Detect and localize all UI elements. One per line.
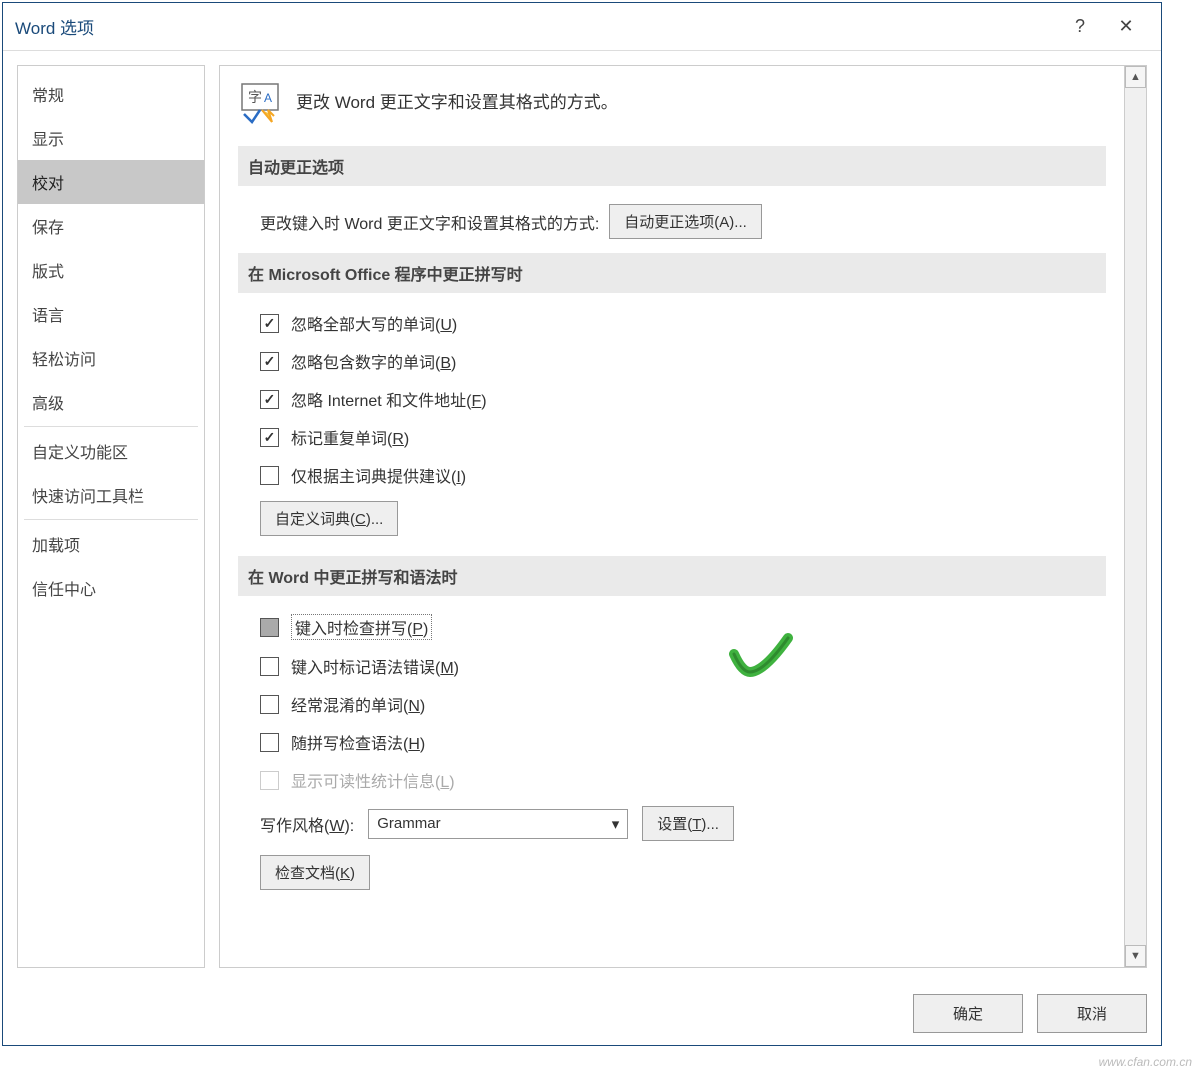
ok-button[interactable]: 确定 xyxy=(913,994,1023,1033)
sidebar-item-trust-center[interactable]: 信任中心 xyxy=(18,566,204,610)
options-dialog: Word 选项 ? ✕ 常规 显示 校对 保存 版式 语言 轻松访问 高级 自定… xyxy=(2,2,1162,1046)
titlebar: Word 选项 ? ✕ xyxy=(3,3,1161,51)
sidebar-item-save[interactable]: 保存 xyxy=(18,204,204,248)
help-button[interactable]: ? xyxy=(1057,11,1103,43)
cancel-button[interactable]: 取消 xyxy=(1037,994,1147,1033)
proofing-icon: 字 A xyxy=(238,80,282,124)
scrollbar[interactable]: ▲ ▼ xyxy=(1124,66,1146,967)
cb-mark-grammar[interactable] xyxy=(260,657,279,676)
writing-style-label: 写作风格(W): xyxy=(260,812,354,836)
cb-main-dict-only[interactable] xyxy=(260,466,279,485)
cb-ignore-uppercase-label: 忽略全部大写的单词(U) xyxy=(291,311,457,335)
cb-check-spelling-as-type[interactable] xyxy=(260,618,279,637)
scroll-down-icon[interactable]: ▼ xyxy=(1125,945,1146,967)
sidebar-separator xyxy=(24,519,198,520)
dialog-footer: 确定 取消 xyxy=(3,982,1161,1045)
cb-check-grammar-label: 随拼写检查语法(H) xyxy=(291,730,425,754)
custom-dictionaries-button[interactable]: 自定义词典(C)... xyxy=(260,501,398,536)
section-autocorrect-header: 自动更正选项 xyxy=(238,146,1106,186)
watermark: www.cfan.com.cn xyxy=(1099,1055,1192,1069)
sidebar-item-general[interactable]: 常规 xyxy=(18,72,204,116)
cb-mark-grammar-row: 键入时标记语法错误(M) xyxy=(238,654,1106,678)
writing-style-select[interactable]: Grammar ▾ xyxy=(368,809,628,839)
cb-check-spelling-label: 键入时检查拼写(P) xyxy=(291,614,432,640)
sidebar-separator xyxy=(24,426,198,427)
cb-main-dict-only-label: 仅根据主词典提供建议(I) xyxy=(291,463,466,487)
sidebar-item-customize-ribbon[interactable]: 自定义功能区 xyxy=(18,429,204,473)
grammar-settings-button[interactable]: 设置(T)... xyxy=(642,806,734,841)
dialog-body: 常规 显示 校对 保存 版式 语言 轻松访问 高级 自定义功能区 快速访问工具栏… xyxy=(3,51,1161,982)
autocorrect-options-button[interactable]: 自动更正选项(A)... xyxy=(609,204,762,239)
cb-ignore-numbers[interactable] xyxy=(260,352,279,371)
sidebar: 常规 显示 校对 保存 版式 语言 轻松访问 高级 自定义功能区 快速访问工具栏… xyxy=(17,65,205,968)
cb-ignore-uppercase-row: 忽略全部大写的单词(U) xyxy=(238,311,1106,335)
cb-mark-grammar-label: 键入时标记语法错误(M) xyxy=(291,654,459,678)
sidebar-item-proofing[interactable]: 校对 xyxy=(18,160,204,204)
cb-readability-row: 显示可读性统计信息(L) xyxy=(238,768,1106,792)
cb-flag-repeated-label: 标记重复单词(R) xyxy=(291,425,409,449)
sidebar-item-display[interactable]: 显示 xyxy=(18,116,204,160)
page-header-text: 更改 Word 更正文字和设置其格式的方式。 xyxy=(296,80,618,113)
recheck-document-button[interactable]: 检查文档(K) xyxy=(260,855,370,890)
cb-main-dict-only-row: 仅根据主词典提供建议(I) xyxy=(238,463,1106,487)
sidebar-item-advanced[interactable]: 高级 xyxy=(18,380,204,424)
autocorrect-row: 更改键入时 Word 更正文字和设置其格式的方式: 自动更正选项(A)... xyxy=(238,204,1106,239)
cb-readability-stats xyxy=(260,771,279,790)
scroll-track[interactable] xyxy=(1125,88,1146,945)
cb-ignore-numbers-label: 忽略包含数字的单词(B) xyxy=(291,349,456,373)
svg-text:字: 字 xyxy=(248,89,262,105)
section-office-spelling-header: 在 Microsoft Office 程序中更正拼写时 xyxy=(238,253,1106,293)
cb-ignore-numbers-row: 忽略包含数字的单词(B) xyxy=(238,349,1106,373)
svg-text:A: A xyxy=(264,91,272,105)
chevron-down-icon: ▾ xyxy=(612,815,620,833)
content-panel: 字 A 更改 Word 更正文字和设置其格式的方式。 自动更正选项 更改键入时 … xyxy=(220,66,1124,967)
cb-ignore-internet-row: 忽略 Internet 和文件地址(F) xyxy=(238,387,1106,411)
sidebar-item-addins[interactable]: 加载项 xyxy=(18,522,204,566)
close-button[interactable]: ✕ xyxy=(1103,11,1149,43)
sidebar-item-accessibility[interactable]: 轻松访问 xyxy=(18,336,204,380)
sidebar-item-quick-access[interactable]: 快速访问工具栏 xyxy=(18,473,204,517)
cb-check-grammar-row: 随拼写检查语法(H) xyxy=(238,730,1106,754)
autocorrect-label: 更改键入时 Word 更正文字和设置其格式的方式: xyxy=(260,210,599,234)
window-title: Word 选项 xyxy=(15,14,1057,39)
cb-flag-repeated-row: 标记重复单词(R) xyxy=(238,425,1106,449)
cb-check-spelling-row: 键入时检查拼写(P) xyxy=(238,614,1106,640)
content-wrap: 字 A 更改 Word 更正文字和设置其格式的方式。 自动更正选项 更改键入时 … xyxy=(219,65,1147,968)
cb-confused-words-label: 经常混淆的单词(N) xyxy=(291,692,425,716)
scroll-up-icon[interactable]: ▲ xyxy=(1125,66,1146,88)
cb-confused-words[interactable] xyxy=(260,695,279,714)
sidebar-item-layout[interactable]: 版式 xyxy=(18,248,204,292)
cb-check-grammar-with-spelling[interactable] xyxy=(260,733,279,752)
cb-ignore-uppercase[interactable] xyxy=(260,314,279,333)
cb-ignore-internet-label: 忽略 Internet 和文件地址(F) xyxy=(291,387,487,411)
cb-flag-repeated[interactable] xyxy=(260,428,279,447)
page-header: 字 A 更改 Word 更正文字和设置其格式的方式。 xyxy=(238,80,1106,124)
cb-readability-label: 显示可读性统计信息(L) xyxy=(291,768,455,792)
cb-ignore-internet[interactable] xyxy=(260,390,279,409)
section-word-spelling-header: 在 Word 中更正拼写和语法时 xyxy=(238,556,1106,596)
sidebar-item-language[interactable]: 语言 xyxy=(18,292,204,336)
cb-confused-words-row: 经常混淆的单词(N) xyxy=(238,692,1106,716)
